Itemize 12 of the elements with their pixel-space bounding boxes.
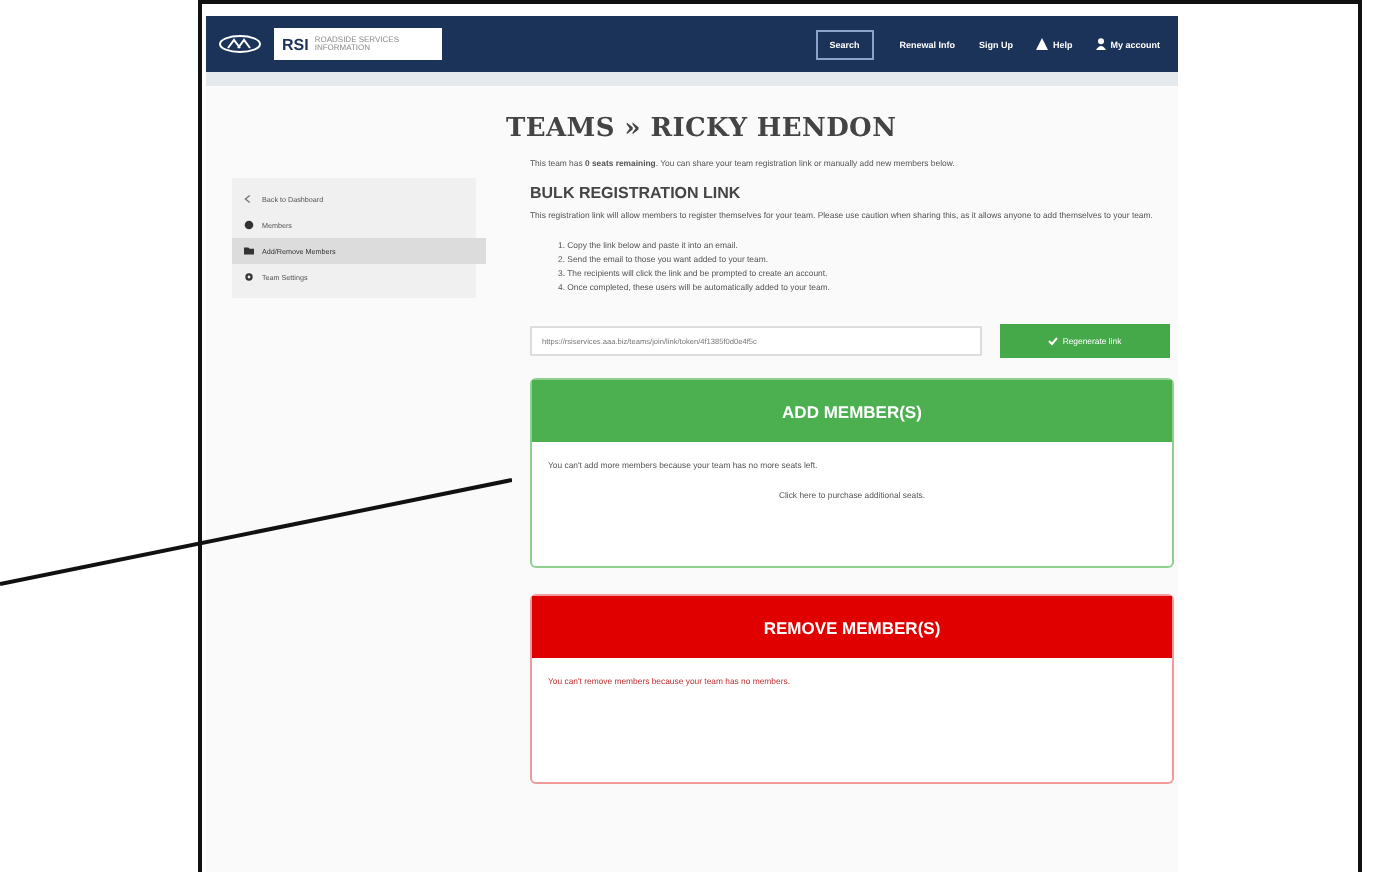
check-icon bbox=[1048, 336, 1059, 347]
folder-icon bbox=[244, 246, 254, 256]
panel-header: REMOVE MEMBER(S) bbox=[532, 596, 1172, 659]
caret-icon bbox=[244, 194, 254, 204]
user-icon bbox=[1096, 38, 1107, 50]
warning-icon bbox=[1036, 38, 1049, 50]
panel-header: ADD MEMBER(S) bbox=[532, 380, 1172, 443]
section-heading: BULK REGISTRATION LINK bbox=[530, 184, 743, 203]
dot-icon bbox=[244, 220, 254, 230]
logo-text: RSI bbox=[282, 35, 309, 53]
logo-icon bbox=[218, 34, 262, 54]
page-title: TEAMS » RICKY HENDON bbox=[506, 114, 899, 144]
